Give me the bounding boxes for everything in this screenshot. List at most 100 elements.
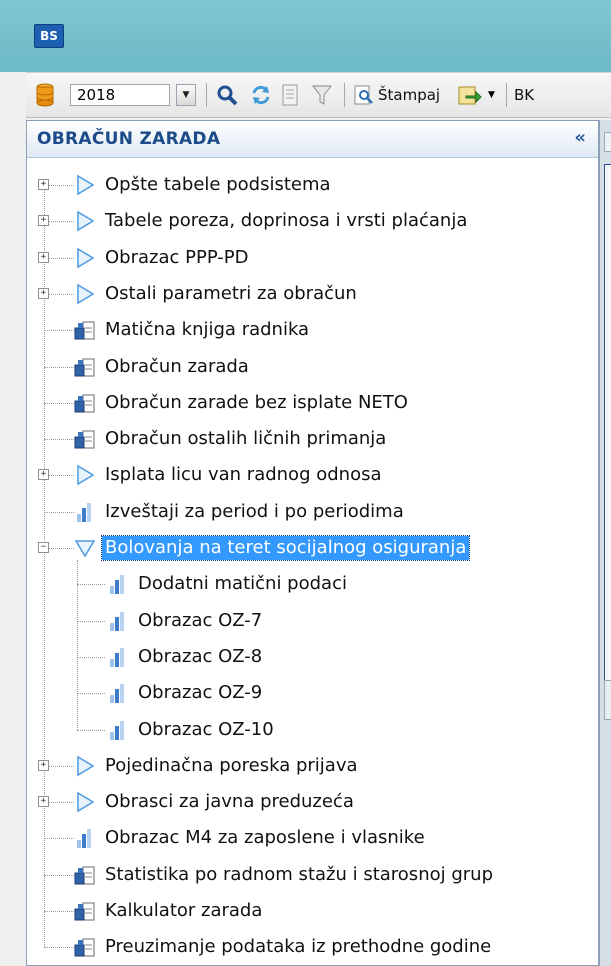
tree-item-label: Obrazac OZ-8: [138, 645, 263, 667]
tree-item-label: Tabele poreza, doprinosa i vrsti plaćanj…: [105, 210, 468, 232]
tree-item-label: Obrazac OZ-10: [138, 718, 274, 740]
tree-connector-line: [77, 729, 105, 731]
tree-connector-line: [77, 620, 105, 622]
tree-item-label: Obrazac M4 za zaposlene i vlasnike: [105, 827, 425, 849]
print-preview-icon: [354, 85, 373, 105]
adjacent-panel-edge: [599, 120, 611, 966]
collapse-node-button[interactable]: −: [38, 542, 49, 553]
expand-arrow-icon: [74, 791, 98, 813]
form-icon: [74, 428, 98, 450]
expand-node-button[interactable]: +: [38, 759, 49, 771]
toolbar-separator: [506, 83, 507, 107]
export-dropdown-icon[interactable]: ▼: [488, 73, 495, 117]
tree-item-label: Isplata licu van radnog odnosa: [105, 464, 382, 486]
form-icon: [74, 936, 98, 958]
tree-item-label: Obrazac PPP-PD: [105, 246, 249, 268]
tree-item[interactable]: Pojedinačna poreska prijava: [74, 748, 361, 784]
tree-item[interactable]: Kalkulator zarada: [74, 893, 265, 929]
tree-item[interactable]: Matična knjiga radnika: [74, 312, 312, 348]
tree-item[interactable]: Ostali parametri za obračun: [74, 276, 360, 312]
expand-arrow-icon: [74, 283, 98, 305]
tree-item[interactable]: Obrazac M4 za zaposlene i vlasnike: [74, 820, 428, 856]
tree-connector-line: [44, 185, 45, 948]
print-button[interactable]: Štampaj: [354, 73, 440, 117]
tree-item[interactable]: Obrazac OZ-7: [107, 603, 265, 639]
tree-item-label: Obračun ostalih ličnih primanja: [105, 428, 387, 450]
expand-arrow-icon: [74, 210, 98, 232]
tree-connector-line: [44, 874, 74, 876]
tree-item[interactable]: Isplata licu van radnog odnosa: [74, 457, 385, 493]
report-icon: [107, 610, 131, 632]
report-icon: [107, 573, 131, 595]
tree-item[interactable]: Obrazac OZ-10: [107, 712, 277, 748]
tree-item-label: Matična knjiga radnika: [105, 319, 310, 341]
expand-node-button[interactable]: +: [38, 287, 49, 299]
expand-arrow-icon: [74, 755, 98, 777]
app-logo-icon: BS: [34, 24, 64, 48]
report-icon: [107, 719, 131, 741]
tree-item[interactable]: Obrasci za javna preduzeća: [74, 784, 357, 820]
form-icon: [74, 356, 98, 378]
tree-item-label: Preuzimanje podataka iz prethodne godine: [105, 936, 492, 958]
year-select[interactable]: 2018: [70, 84, 170, 106]
tree-item-label: Bolovanja na teret socijalnog osiguranja: [100, 535, 471, 561]
database-icon[interactable]: [36, 73, 54, 117]
tree-item[interactable]: Obrazac OZ-9: [107, 675, 265, 711]
tree-item[interactable]: Izveštaji za period i po periodima: [74, 494, 407, 530]
panel-tab: [604, 132, 611, 152]
report-icon: [74, 501, 98, 523]
document-icon[interactable]: [282, 73, 298, 117]
tree-item[interactable]: Preuzimanje podataka iz prethodne godine: [74, 929, 494, 965]
search-icon[interactable]: [216, 73, 238, 117]
panel-header: OBRAČUN ZARADA «: [27, 121, 598, 158]
toolbar: 2018 ▼ Štampaj ▼ BK: [26, 72, 611, 118]
tree-connector-line: [44, 947, 74, 949]
tree-item[interactable]: Tabele poreza, doprinosa i vrsti plaćanj…: [74, 203, 470, 239]
collapse-panel-button[interactable]: «: [574, 127, 586, 148]
tree-connector-line: [44, 511, 74, 513]
year-dropdown-button[interactable]: ▼: [176, 84, 196, 106]
panel-tab: [604, 680, 611, 720]
tree-item[interactable]: Obračun zarade bez isplate NETO: [74, 385, 411, 421]
expand-node-button[interactable]: +: [38, 469, 49, 481]
tree-connector-line: [44, 911, 74, 912]
report-icon: [74, 827, 98, 849]
tree-item[interactable]: Bolovanja na teret socijalnog osiguranja: [74, 530, 471, 566]
tree-item-label: Dodatni matični podaci: [138, 573, 347, 595]
tree-item[interactable]: Dodatni matični podaci: [107, 566, 350, 602]
expand-node-button[interactable]: +: [38, 179, 49, 190]
panel-title: OBRAČUN ZARADA: [37, 129, 221, 149]
expand-arrow-icon: [74, 247, 98, 269]
tree-connector-line: [44, 366, 74, 368]
toolbar-separator: [206, 83, 207, 107]
window-title-bar: BS: [0, 0, 611, 72]
expand-arrow-icon: [74, 174, 98, 196]
expand-node-button[interactable]: +: [38, 215, 49, 227]
tree-item[interactable]: Statistika po radnom stažu i starosnoj g…: [74, 857, 496, 893]
refresh-icon[interactable]: [250, 73, 272, 117]
report-icon: [107, 646, 131, 668]
tree-connector-line: [77, 693, 105, 695]
expand-node-button[interactable]: +: [38, 251, 49, 263]
tree-item-label: Obračun zarade bez isplate NETO: [105, 391, 408, 413]
filter-icon[interactable]: [312, 73, 332, 117]
expand-node-button[interactable]: +: [38, 796, 49, 808]
collapse-arrow-icon: [74, 537, 98, 559]
tree-item[interactable]: Obračun ostalih ličnih primanja: [74, 421, 389, 457]
navigation-panel: OBRAČUN ZARADA « + Opšte tabele podsistem…: [26, 120, 599, 966]
tree-item-label: Opšte tabele podsistema: [105, 174, 331, 195]
tree-item-label: Statistika po radnom stažu i starosnoj g…: [105, 863, 493, 885]
tree-connector-line: [44, 402, 74, 404]
export-icon[interactable]: [458, 73, 482, 117]
report-icon: [107, 682, 131, 704]
tree-item-label: Obrasci za javna preduzeća: [105, 791, 354, 813]
tree-item[interactable]: Obračun zarada: [74, 349, 252, 385]
panel-content-edge: [604, 164, 611, 696]
print-label: Štampaj: [378, 86, 441, 104]
toolbar-truncated-label[interactable]: BK: [514, 73, 534, 117]
tree-item[interactable]: Obrazac OZ-8: [107, 639, 265, 675]
form-icon: [74, 392, 98, 414]
tree-item[interactable]: Obrazac PPP-PD: [74, 240, 252, 276]
tree-item[interactable]: Opšte tabele podsistema: [74, 167, 334, 203]
tree-item-label: Pojedinačna poreska prijava: [105, 754, 358, 776]
